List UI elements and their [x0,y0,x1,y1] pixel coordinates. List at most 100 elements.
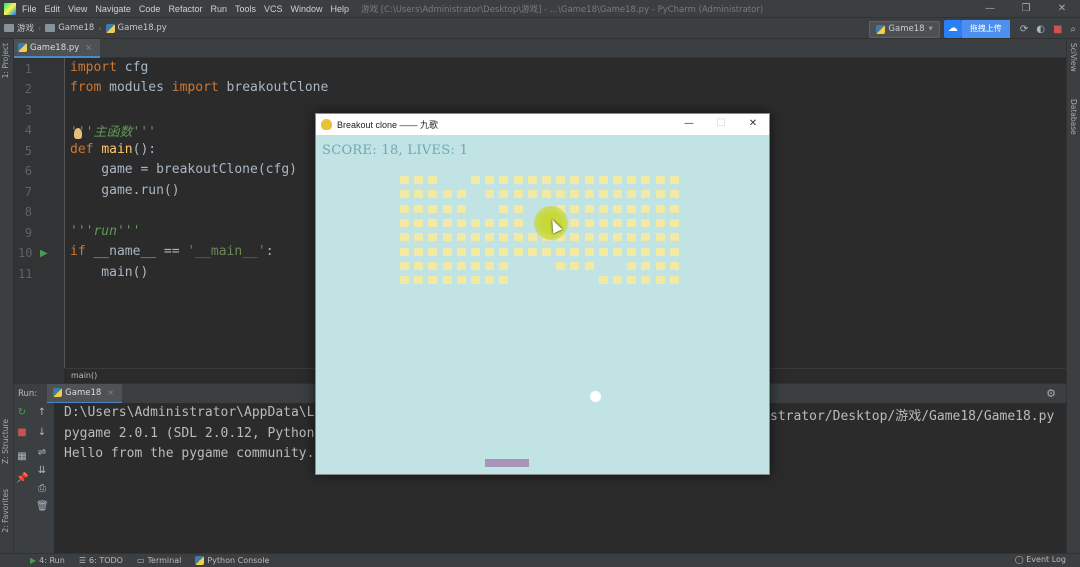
debug-icon[interactable]: ⟳ [1020,24,1028,35]
tool-todo-button[interactable]: ☰ 6: TODO [79,556,123,565]
game-canvas[interactable]: SCORE: 18, LIVES: 1 [316,135,769,474]
close-tab-icon[interactable]: × [85,43,92,52]
pygame-window: Breakout clone —— 九歌 — ☐ ✕ SCORE: 18, LI… [315,113,770,475]
run-tab-label: Game18 [65,387,102,398]
brick [485,247,495,256]
brick [627,233,637,242]
menu-refactor[interactable]: Refactor [168,4,202,14]
brick [471,176,480,184]
pygame-maximize-button[interactable]: ☐ [705,114,737,134]
menu-code[interactable]: Code [139,4,161,14]
brick [598,276,608,285]
pygame-close-button[interactable]: ✕ [737,114,769,134]
print-icon[interactable]: ⎙ [36,483,48,494]
menu-tools[interactable]: Tools [235,4,256,14]
brick [627,276,637,285]
window-title: 游戏 [C:\Users\Administrator\Desktop\游戏] -… [361,4,764,15]
crumb-project[interactable]: 游戏 [4,22,34,34]
brick [598,233,608,242]
baidu-upload-button[interactable]: ☁ 拖拽上传 [943,20,1010,38]
brick [542,247,551,256]
play-icon: ▶ [30,556,37,565]
menu-help[interactable]: Help [331,4,350,14]
brick [499,233,509,242]
score-label: SCORE: 18, LIVES: 1 [322,143,469,158]
arrow-up-icon[interactable]: ↑ [36,407,48,418]
chevron-down-icon: ▾ [928,24,933,34]
tool-run-button[interactable]: ▶ 4: Run [30,556,65,565]
minimize-button[interactable]: — [972,0,1008,17]
trash-icon[interactable]: 🗑 [36,501,49,512]
run-config-select[interactable]: Game18 ▾ [869,20,940,38]
soft-wrap-icon[interactable]: ⇌ [36,447,48,458]
brick [499,176,509,184]
project-tool-button[interactable]: 1: Project [1,43,10,78]
scroll-to-end-icon[interactable]: ⇊ [36,465,48,476]
arrow-down-icon[interactable]: ↓ [36,427,48,438]
stop-icon[interactable]: ■ [1053,24,1062,35]
run-tab-game18[interactable]: Game18 × [47,383,122,404]
close-button[interactable]: ✕ [1044,0,1080,17]
menu-file[interactable]: File [22,4,37,14]
list-icon: ☰ [78,556,86,565]
brick [641,247,651,256]
code-line-9: '''run''' [70,224,140,239]
brick [613,218,622,227]
code-text: main() [70,265,149,280]
sciview-tool-button[interactable]: SciView [1069,43,1078,72]
tool-todo-label: 6: TODO [89,556,123,565]
favorites-tool-button[interactable]: 2: Favorites [1,489,10,533]
run-gutter-icon[interactable]: ▶ [40,248,48,259]
database-tool-button[interactable]: Database [1069,99,1078,135]
brick [442,247,452,256]
event-log-icon: ◯ [1014,555,1027,564]
tool-terminal-button[interactable]: ▭ Terminal [137,556,181,565]
toolbar-right: Game18 ▾ ☁ 拖拽上传 ⟳ ◐ ■ ⌕ [869,19,1080,39]
chevron-right-icon: › [38,23,42,33]
stop-icon[interactable]: ■ [16,427,28,438]
rerun-icon[interactable]: ↻ [16,407,28,418]
menu-vcs[interactable]: VCS [264,4,283,14]
pygame-title-bar[interactable]: Breakout clone —— 九歌 — ☐ ✕ [316,114,769,134]
menu-navigate[interactable]: Navigate [95,4,131,14]
line-number: 10 [18,246,33,260]
menu-window[interactable]: Window [291,4,323,14]
coverage-icon[interactable]: ◐ [1036,24,1045,35]
brick [556,247,566,256]
pin-icon[interactable]: 📌 [16,473,28,484]
brick [414,276,424,285]
keyword: if [70,244,86,259]
brick [669,276,679,285]
brick [570,218,580,227]
layout-icon[interactable]: ▦ [16,451,28,462]
tool-python-console-button[interactable]: Python Console [195,556,269,565]
brick [513,190,523,199]
tab-game18-py[interactable]: Game18.py × [14,39,100,58]
menu-view[interactable]: View [68,4,87,14]
brick [627,176,637,184]
window-controls: — ❐ ✕ [972,0,1080,17]
menu-run[interactable]: Run [210,4,227,14]
brick [527,233,537,242]
brick [613,247,622,256]
pygame-minimize-button[interactable]: — [673,114,705,134]
navigation-bar: 游戏 › Game18 › Game18.py Game18 ▾ ☁ 拖拽上传 … [0,17,1080,39]
gear-icon[interactable]: ⚙ [1046,387,1056,400]
editor-breadcrumb[interactable]: main() [71,371,97,380]
search-icon[interactable]: ⌕ [1070,24,1076,35]
event-log-button[interactable]: ◯ Event Log [1015,555,1066,564]
close-tab-icon[interactable]: × [107,388,114,397]
brick [641,261,651,270]
menu-edit[interactable]: Edit [45,4,61,14]
crumb-folder[interactable]: Game18 [45,23,94,33]
paddle[interactable] [485,459,529,467]
restore-button[interactable]: ❐ [1008,0,1044,17]
brick [669,233,679,242]
code-text: modules [101,80,172,95]
brick [613,233,622,242]
structure-tool-button[interactable]: Z: Structure [1,419,10,464]
crumb-file[interactable]: Game18.py [105,23,167,33]
brick [456,233,466,242]
brick [428,204,438,213]
brick [598,247,608,256]
